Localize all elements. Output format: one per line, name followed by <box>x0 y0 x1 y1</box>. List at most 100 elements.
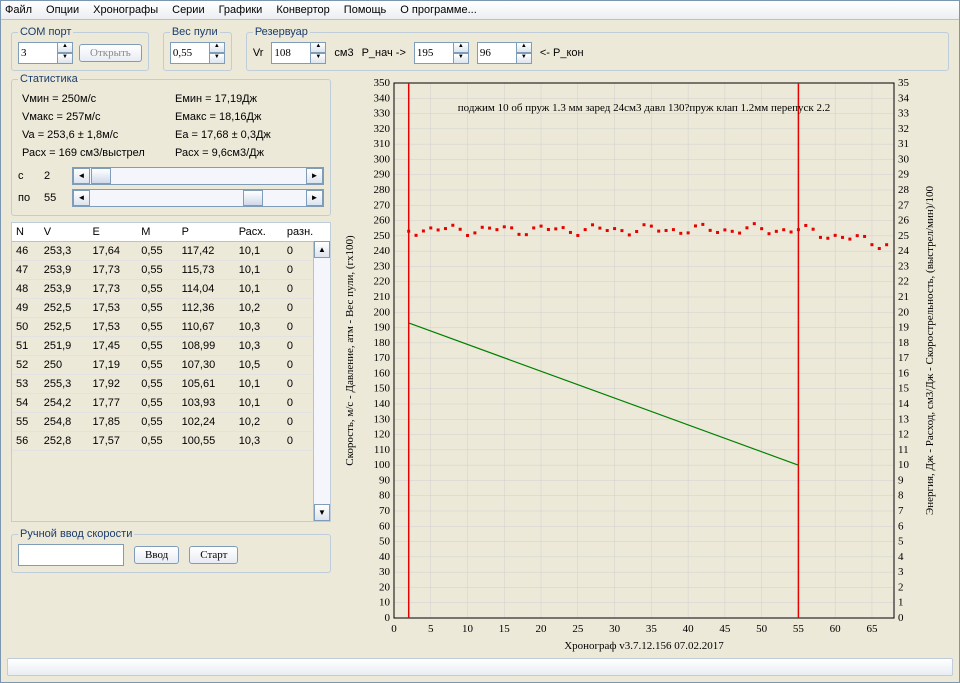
column-header[interactable]: Расх. <box>235 223 283 242</box>
scroll-up-icon[interactable]: ▲ <box>314 241 330 258</box>
spin-up-icon[interactable]: ▲ <box>57 42 73 53</box>
menu-item[interactable]: Файл <box>5 4 32 16</box>
to-label: по <box>18 192 38 204</box>
scroll-right-icon[interactable]: ► <box>306 190 323 206</box>
com-port-input[interactable] <box>18 42 58 64</box>
svg-text:90: 90 <box>379 474 391 486</box>
table-cell: 254,2 <box>40 394 89 413</box>
manual-speed-input[interactable] <box>18 544 124 566</box>
com-port-spinner[interactable]: ▲▼ <box>18 42 73 64</box>
menu-item[interactable]: Конвертор <box>276 4 329 16</box>
table-row[interactable]: 53255,317,920,55105,6110,10 <box>12 375 330 394</box>
stat-rasx2: Расх = 9,6см3/Дж <box>175 147 320 159</box>
weight-input[interactable] <box>170 42 210 64</box>
svg-text:55: 55 <box>793 623 805 635</box>
pend-label: <- Р_кон <box>540 47 584 59</box>
scroll-right-icon[interactable]: ► <box>306 168 323 184</box>
table-row[interactable]: 51251,917,450,55108,9910,30 <box>12 337 330 356</box>
spin-up-icon[interactable]: ▲ <box>310 42 326 53</box>
table-cell: 49 <box>12 299 40 318</box>
open-port-button[interactable]: Открыть <box>79 44 142 62</box>
stat-emax: Eмакс = 18,16Дж <box>175 111 320 123</box>
table-cell: 17,77 <box>89 394 138 413</box>
spin-down-icon[interactable]: ▼ <box>310 53 326 64</box>
vr-spinner[interactable]: ▲▼ <box>271 42 326 64</box>
table-cell: 253,3 <box>40 242 89 261</box>
from-scrollbar[interactable]: ◄ ► <box>72 167 324 185</box>
svg-text:45: 45 <box>719 623 731 635</box>
table-cell: 105,61 <box>178 375 235 394</box>
spin-down-icon[interactable]: ▼ <box>516 53 532 64</box>
spin-up-icon[interactable]: ▲ <box>209 42 225 53</box>
pstart-input[interactable] <box>414 42 454 64</box>
column-header[interactable]: E <box>89 223 138 242</box>
table-row[interactable]: 50252,517,530,55110,6710,30 <box>12 318 330 337</box>
menu-item[interactable]: Опции <box>46 4 79 16</box>
table-row[interactable]: 54254,217,770,55103,9310,10 <box>12 394 330 413</box>
column-header[interactable]: N <box>12 223 40 242</box>
column-header[interactable]: V <box>40 223 89 242</box>
reservoir-legend: Резервуар <box>253 26 310 38</box>
svg-text:60: 60 <box>379 520 391 532</box>
table-row[interactable]: 5225017,190,55107,3010,50 <box>12 356 330 375</box>
svg-text:8: 8 <box>898 490 904 502</box>
svg-text:180: 180 <box>374 337 391 349</box>
svg-text:330: 330 <box>374 108 391 120</box>
table-cell: 17,73 <box>89 261 138 280</box>
table-cell: 10,3 <box>235 432 283 451</box>
table-row[interactable]: 56252,817,570,55100,5510,30 <box>12 432 330 451</box>
table-row[interactable]: 48253,917,730,55114,0410,10 <box>12 280 330 299</box>
scroll-down-icon[interactable]: ▼ <box>314 504 330 521</box>
table-cell: 100,55 <box>178 432 235 451</box>
svg-text:Энергия, Дж - Расход, см3/Дж: Энергия, Дж - Расход, см3/Дж - Скоростре… <box>924 186 936 515</box>
pend-input[interactable] <box>477 42 517 64</box>
spin-up-icon[interactable]: ▲ <box>453 42 469 53</box>
from-label: с <box>18 170 38 182</box>
svg-text:30: 30 <box>609 623 621 635</box>
column-header[interactable]: M <box>137 223 177 242</box>
table-row[interactable]: 55254,817,850,55102,2410,20 <box>12 413 330 432</box>
scroll-thumb[interactable] <box>243 190 263 206</box>
spin-down-icon[interactable]: ▼ <box>57 53 73 64</box>
spin-down-icon[interactable]: ▼ <box>453 53 469 64</box>
weight-spinner[interactable]: ▲▼ <box>170 42 225 64</box>
table-row[interactable]: 49252,517,530,55112,3610,20 <box>12 299 330 318</box>
menu-item[interactable]: Хронографы <box>93 4 158 16</box>
table-cell: 17,64 <box>89 242 138 261</box>
svg-text:25: 25 <box>572 623 584 635</box>
spin-up-icon[interactable]: ▲ <box>516 42 532 53</box>
svg-text:Скорость, м/с - Давление, атм: Скорость, м/с - Давление, атм - Вес пули… <box>344 235 356 466</box>
stat-rasx: Расх = 169 см3/выстрел <box>22 147 167 159</box>
start-button[interactable]: Старт <box>189 546 238 564</box>
svg-text:4: 4 <box>898 551 904 563</box>
table-row[interactable]: 47253,917,730,55115,7310,10 <box>12 261 330 280</box>
column-header[interactable]: P <box>178 223 235 242</box>
pstart-spinner[interactable]: ▲▼ <box>414 42 469 64</box>
enter-button[interactable]: Ввод <box>134 546 179 564</box>
menu-item[interactable]: Помощь <box>344 4 387 16</box>
table-cell: 10,2 <box>235 299 283 318</box>
table-cell: 54 <box>12 394 40 413</box>
svg-text:35: 35 <box>646 623 658 635</box>
table-row[interactable]: 46253,317,640,55117,4210,10 <box>12 242 330 261</box>
vr-input[interactable] <box>271 42 311 64</box>
spin-down-icon[interactable]: ▼ <box>209 53 225 64</box>
scroll-thumb[interactable] <box>91 168 111 184</box>
table-vscrollbar[interactable]: ▲ ▼ <box>313 241 330 521</box>
svg-text:20: 20 <box>536 623 548 635</box>
svg-text:140: 140 <box>374 398 391 410</box>
manual-input-panel: Ручной ввод скорости Ввод Старт <box>11 528 331 573</box>
column-header[interactable]: разн. <box>283 223 330 242</box>
table-cell: 0,55 <box>137 261 177 280</box>
svg-text:19: 19 <box>898 322 910 334</box>
menu-item[interactable]: Графики <box>219 4 263 16</box>
pend-spinner[interactable]: ▲▼ <box>477 42 532 64</box>
table-cell: 10,1 <box>235 242 283 261</box>
to-scrollbar[interactable]: ◄ ► <box>72 189 324 207</box>
menu-item[interactable]: О программе... <box>400 4 476 16</box>
scroll-left-icon[interactable]: ◄ <box>73 190 90 206</box>
menu-item[interactable]: Серии <box>172 4 204 16</box>
scroll-left-icon[interactable]: ◄ <box>73 168 90 184</box>
svg-text:350: 350 <box>374 77 391 89</box>
svg-text:18: 18 <box>898 337 910 349</box>
